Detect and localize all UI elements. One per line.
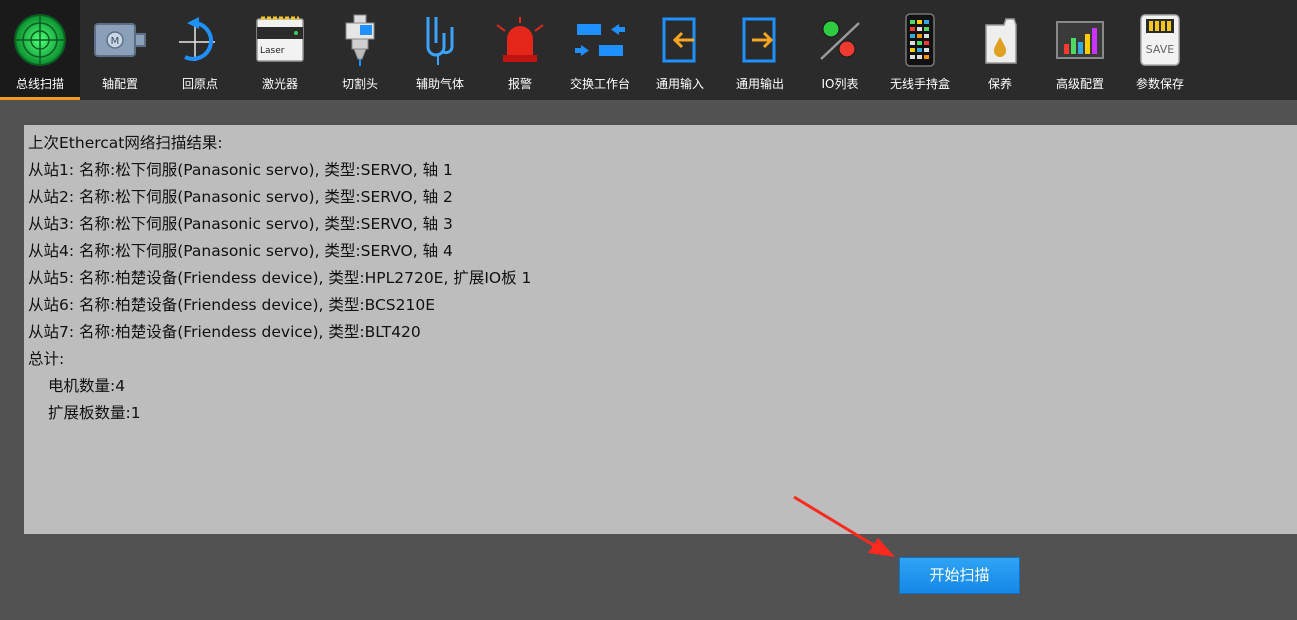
oil-can-icon	[972, 12, 1028, 68]
scan-result-header: 上次Ethercat网络扫描结果:	[28, 134, 223, 152]
toolbar-item-advanced-config[interactable]: 高级配置	[1040, 0, 1120, 100]
alarm-light-icon	[492, 12, 548, 68]
slave-entry: 从站3: 名称:松下伺服(Panasonic servo), 类型:SERVO,…	[28, 215, 453, 233]
cutting-head-icon	[332, 12, 388, 68]
toolbar-item-save-params[interactable]: SAVE 参数保存	[1120, 0, 1200, 100]
toolbar-item-label: 通用输入	[655, 77, 704, 91]
toolbar-item-return-origin[interactable]: 回原点	[160, 0, 240, 100]
gas-icon	[412, 12, 468, 68]
toolbar-item-maintenance[interactable]: 保养	[960, 0, 1040, 100]
return-origin-icon	[172, 12, 228, 68]
toolbar-item-assist-gas[interactable]: 辅助气体	[400, 0, 480, 100]
start-scan-button[interactable]: 开始扫描	[899, 557, 1020, 594]
svg-text:M: M	[111, 36, 120, 47]
toolbar-item-label: 切割头	[341, 77, 378, 91]
toolbar-item-general-output[interactable]: 通用输出	[720, 0, 800, 100]
toolbar-item-axis-config[interactable]: M 轴配置	[80, 0, 160, 100]
slave-entry: 从站4: 名称:松下伺服(Panasonic servo), 类型:SERVO,…	[28, 242, 453, 260]
toolbar-item-label: 参数保存	[1135, 77, 1184, 91]
scan-result-panel: 上次Ethercat网络扫描结果: 从站1: 名称:松下伺服(Panasonic…	[24, 125, 1297, 534]
toolbar-item-bus-scan[interactable]: 总线扫描	[0, 0, 80, 100]
expansion-board-count: 扩展板数量:1	[48, 404, 141, 422]
toolbar-item-label: 报警	[507, 77, 532, 91]
toolbar-item-label: 辅助气体	[415, 77, 464, 91]
toolbar-item-general-input[interactable]: 通用输入	[640, 0, 720, 100]
toolbar-item-alarm[interactable]: 报警	[480, 0, 560, 100]
toolbar-item-io-list[interactable]: IO列表	[800, 0, 880, 100]
svg-text:SAVE: SAVE	[1146, 43, 1175, 56]
toolbar-item-exchange-table[interactable]: 交换工作台	[560, 0, 640, 100]
slave-entry: 从站2: 名称:松下伺服(Panasonic servo), 类型:SERVO,…	[28, 188, 453, 206]
summary-header: 总计:	[28, 350, 65, 368]
toolbar-item-laser[interactable]: Laser 激光器	[240, 0, 320, 100]
wireless-handheld-icon	[892, 12, 948, 68]
laser-icon: Laser	[252, 12, 308, 68]
toolbar-item-label: 交换工作台	[569, 77, 630, 91]
svg-text:Laser: Laser	[260, 46, 285, 56]
output-icon	[732, 12, 788, 68]
slave-entry: 从站1: 名称:松下伺服(Panasonic servo), 类型:SERVO,…	[28, 161, 453, 179]
bar-chart-icon	[1052, 12, 1108, 68]
toolbar-item-label: 高级配置	[1055, 77, 1104, 91]
motor-count: 电机数量:4	[48, 377, 126, 395]
input-icon	[652, 12, 708, 68]
radar-icon	[12, 12, 68, 68]
slave-entry: 从站6: 名称:柏楚设备(Friendess device), 类型:BCS21…	[28, 296, 435, 314]
toolbar-item-label: 通用输出	[735, 77, 784, 91]
motor-icon: M	[92, 12, 148, 68]
main-toolbar: 总线扫描 M 轴配置 回原点 Laser 激光器 切割头 辅助气体 报警 交换工…	[0, 0, 1297, 100]
toolbar-item-label: 无线手持盒	[889, 77, 950, 91]
toolbar-item-label: 回原点	[181, 77, 218, 91]
toolbar-item-wireless-handheld[interactable]: 无线手持盒	[880, 0, 960, 100]
toolbar-item-label: 保养	[987, 77, 1012, 91]
io-list-icon	[812, 12, 868, 68]
slave-entry: 从站5: 名称:柏楚设备(Friendess device), 类型:HPL27…	[28, 269, 532, 287]
toolbar-item-label: IO列表	[821, 77, 859, 91]
slave-entry: 从站7: 名称:柏楚设备(Friendess device), 类型:BLT42…	[28, 323, 421, 341]
toolbar-item-label: 轴配置	[101, 77, 138, 91]
toolbar-item-cutting-head[interactable]: 切割头	[320, 0, 400, 100]
toolbar-item-label: 总线扫描	[15, 77, 64, 91]
toolbar-item-label: 激光器	[261, 77, 298, 91]
save-card-icon: SAVE	[1132, 12, 1188, 68]
exchange-table-icon	[572, 12, 628, 68]
